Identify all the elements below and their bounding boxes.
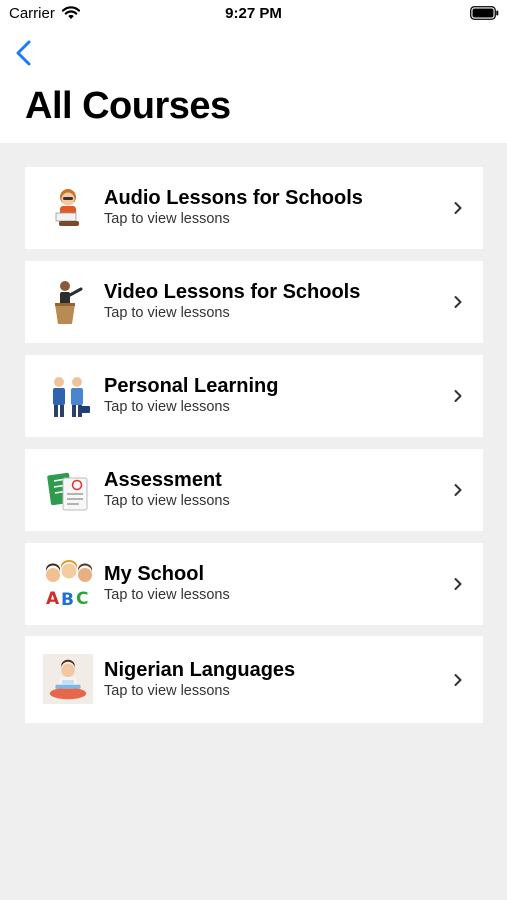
course-subtitle: Tap to view lessons xyxy=(104,211,230,227)
reading-child-icon xyxy=(55,189,79,226)
course-title: Assessment xyxy=(104,469,222,491)
course-title: Personal Learning xyxy=(104,375,279,397)
back-chevron-icon[interactable] xyxy=(12,38,36,68)
business-people-icon xyxy=(53,377,90,417)
page-title: All Courses xyxy=(25,85,231,127)
battery-icon xyxy=(470,6,499,20)
navigation-header: Carrier 9:27 PM All Courses xyxy=(0,0,507,143)
course-subtitle: Tap to view lessons xyxy=(104,493,230,509)
course-row-personal-learning[interactable]: Personal Learning Tap to view lessons xyxy=(25,355,483,437)
course-row-audio-lessons[interactable]: Audio Lessons for Schools Tap to view le… xyxy=(25,167,483,249)
course-title: Audio Lessons for Schools xyxy=(104,187,363,209)
status-time: 9:27 PM xyxy=(225,5,282,22)
chevron-right-icon xyxy=(454,674,462,686)
status-bar: Carrier 9:27 PM xyxy=(0,0,507,28)
course-subtitle: Tap to view lessons xyxy=(104,305,230,321)
course-row-video-lessons[interactable]: Video Lessons for Schools Tap to view le… xyxy=(25,261,483,343)
svg-text:B: B xyxy=(61,590,74,610)
course-title: My School xyxy=(104,563,205,585)
kids-abc-icon: A B C xyxy=(45,560,92,610)
chevron-right-icon xyxy=(454,390,462,402)
course-title: Video Lessons for Schools xyxy=(104,281,361,303)
course-title: Nigerian Languages xyxy=(104,659,296,681)
course-subtitle: Tap to view lessons xyxy=(104,587,230,603)
course-subtitle: Tap to view lessons xyxy=(104,399,230,415)
chevron-right-icon xyxy=(454,484,462,496)
chevron-right-icon xyxy=(454,296,462,308)
svg-text:A: A xyxy=(46,589,60,609)
course-row-nigerian-languages[interactable]: Nigerian Languages Tap to view lessons xyxy=(25,636,483,723)
chevron-right-icon xyxy=(454,578,462,590)
course-row-assessment[interactable]: Assessment Tap to view lessons xyxy=(25,449,483,531)
child-laptop-icon xyxy=(43,654,93,704)
chevron-right-icon xyxy=(454,202,462,214)
course-row-my-school[interactable]: A B C My School Tap to view lessons xyxy=(25,543,483,625)
svg-text:C: C xyxy=(76,589,88,609)
test-papers-icon xyxy=(47,472,88,511)
course-subtitle: Tap to view lessons xyxy=(104,683,230,699)
teacher-podium-icon xyxy=(55,281,83,324)
